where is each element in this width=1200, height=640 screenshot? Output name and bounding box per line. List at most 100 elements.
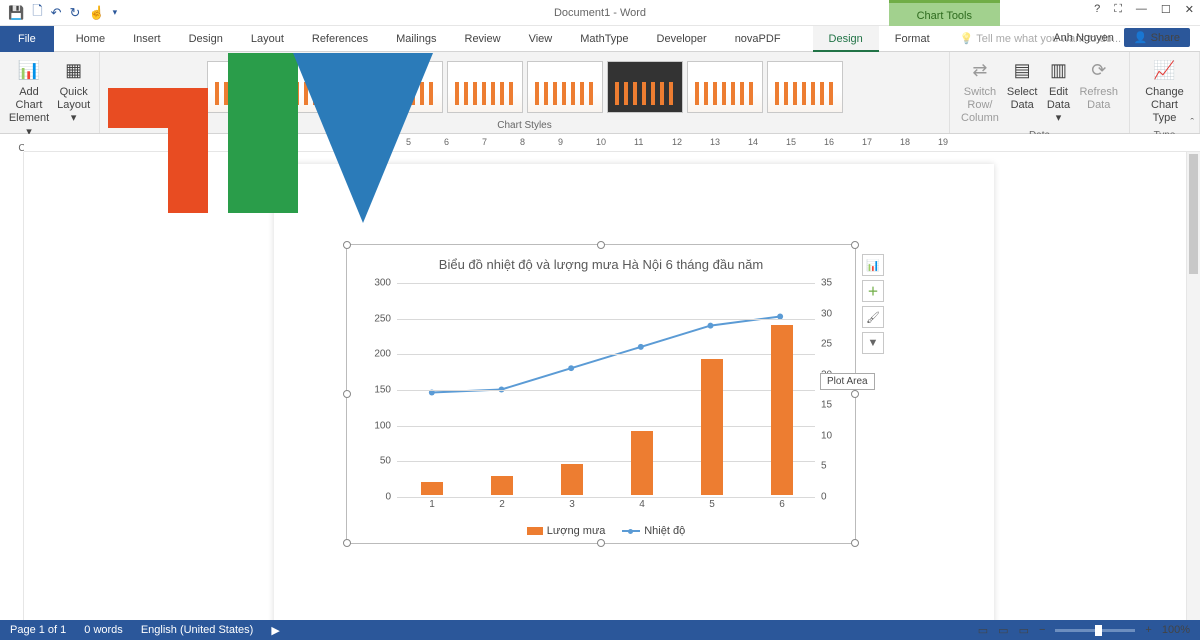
tab-developer[interactable]: Developer <box>643 26 721 52</box>
new-icon[interactable]: 🗋 <box>32 2 42 24</box>
document-title: Document1 - Word <box>554 7 646 19</box>
view-web-icon[interactable]: ▭ <box>1019 624 1029 637</box>
chart-style-thumb[interactable] <box>527 61 603 113</box>
save-icon[interactable]: 💾 <box>8 5 24 21</box>
resize-handle[interactable] <box>343 539 351 547</box>
y-axis-tick: 300 <box>374 278 397 289</box>
bar[interactable] <box>561 464 583 495</box>
add-chart-element-button[interactable]: 📊Add Chart Element ▾ <box>5 56 53 141</box>
chart-style-thumb[interactable] <box>367 61 443 113</box>
change-chart-type-button[interactable]: 📈Change Chart Type <box>1138 56 1191 128</box>
select-data-icon: ▤ <box>1009 58 1035 84</box>
chart-style-thumb[interactable] <box>207 61 283 113</box>
bar[interactable] <box>771 325 793 495</box>
chart-layout-options-icon[interactable]: 📊 <box>862 254 884 276</box>
tab-chart-design[interactable]: Design <box>813 26 879 52</box>
tab-mathtype[interactable]: MathType <box>566 26 642 52</box>
resize-handle[interactable] <box>597 539 605 547</box>
status-word-count[interactable]: 0 words <box>84 624 123 636</box>
chart-filter-icon[interactable]: ▼ <box>862 332 884 354</box>
x-axis-tick: 5 <box>709 495 715 510</box>
zoom-in-icon[interactable]: + <box>1145 624 1151 636</box>
chart-style-thumb[interactable] <box>767 61 843 113</box>
resize-handle[interactable] <box>597 241 605 249</box>
y-axis-tick: 100 <box>374 420 397 431</box>
status-language[interactable]: English (United States) <box>141 624 254 636</box>
tab-mailings[interactable]: Mailings <box>382 26 450 52</box>
help-icon[interactable]: ? <box>1094 3 1100 16</box>
macro-icon[interactable]: ▶ <box>271 624 279 637</box>
vertical-scrollbar[interactable] <box>1186 152 1200 620</box>
tab-view[interactable]: View <box>515 26 567 52</box>
close-icon[interactable]: ✕ <box>1185 3 1194 16</box>
minimize-icon[interactable]: — <box>1136 3 1147 16</box>
y2-axis-tick: 30 <box>815 308 832 319</box>
vertical-ruler[interactable] <box>0 152 24 620</box>
y2-axis-tick: 25 <box>815 339 832 350</box>
collapse-ribbon-icon[interactable]: ˆ <box>1190 117 1194 129</box>
view-print-icon[interactable]: ▭ <box>998 624 1008 637</box>
horizontal-ruler[interactable]: 12345678910111213141516171819 <box>24 134 1200 152</box>
select-data-button[interactable]: ▤Select Data <box>1003 56 1042 128</box>
bar[interactable] <box>421 482 443 495</box>
qat-dropdown-icon[interactable]: ▾ <box>113 7 118 18</box>
tab-home[interactable]: Home <box>62 26 119 52</box>
resize-handle[interactable] <box>343 390 351 398</box>
plot-area[interactable]: 05010015020025030005101520253035123456 <box>397 283 815 495</box>
chart-side-buttons: 📊 ＋ 🖌 ▼ <box>862 254 884 354</box>
tab-novapdf[interactable]: novaPDF <box>721 26 795 52</box>
bar[interactable] <box>631 431 653 495</box>
maximize-icon[interactable]: ☐ <box>1161 3 1171 16</box>
tab-insert[interactable]: Insert <box>119 26 175 52</box>
quick-layout-icon: ▦ <box>61 58 87 84</box>
tab-file[interactable]: File <box>0 26 54 52</box>
ribbon-tabs: File Home Insert Design Layout Reference… <box>0 26 1200 52</box>
touch-icon[interactable]: ☝ <box>88 5 104 21</box>
chart-object[interactable]: Biểu đồ nhiệt độ và lượng mưa Hà Nội 6 t… <box>346 244 856 544</box>
zoom-out-icon[interactable]: − <box>1039 624 1045 636</box>
chart-legend[interactable]: Lượng mưa Nhiệt độ <box>347 525 855 537</box>
resize-handle[interactable] <box>851 390 859 398</box>
chart-title[interactable]: Biểu đồ nhiệt độ và lượng mưa Hà Nội 6 t… <box>347 245 855 278</box>
tab-design[interactable]: Design <box>175 26 237 52</box>
legend-label: Nhiệt độ <box>644 525 685 537</box>
chart-style-thumb[interactable] <box>687 61 763 113</box>
ribbon-options-icon[interactable]: ⛶ <box>1114 3 1122 16</box>
y2-axis-tick: 15 <box>815 400 832 411</box>
redo-icon[interactable]: ↻ <box>70 5 81 21</box>
chart-style-thumb[interactable] <box>607 61 683 113</box>
edit-data-button[interactable]: ▥Edit Data ▾ <box>1041 56 1075 128</box>
quick-access-toolbar: 💾 🗋 ↶ ↻ ☝ ▾ <box>0 2 117 24</box>
view-read-icon[interactable]: ▭ <box>978 624 988 637</box>
chart-elements-plus-icon[interactable]: ＋ <box>862 280 884 302</box>
y2-axis-tick: 10 <box>815 430 832 441</box>
undo-icon[interactable]: ↶ <box>51 5 62 21</box>
legend-label: Lượng mưa <box>547 525 606 537</box>
chart-styles-gallery[interactable] <box>207 56 843 118</box>
tab-review[interactable]: Review <box>451 26 515 52</box>
chart-style-thumb[interactable] <box>287 61 363 113</box>
switch-row-column-button: ⇄Switch Row/ Column <box>957 56 1003 128</box>
y-axis-tick: 150 <box>374 385 397 396</box>
chart-style-thumb[interactable] <box>447 61 523 113</box>
tab-references[interactable]: References <box>298 26 382 52</box>
zoom-slider[interactable] <box>1055 629 1135 632</box>
document-area[interactable]: Biểu đồ nhiệt độ và lượng mưa Hà Nội 6 t… <box>24 152 1200 620</box>
tooltip-plot-area: Plot Area <box>820 373 875 390</box>
refresh-data-button: ⟳Refresh Data <box>1075 56 1122 128</box>
tab-layout[interactable]: Layout <box>237 26 298 52</box>
status-page[interactable]: Page 1 of 1 <box>10 624 66 636</box>
zoom-level[interactable]: 100% <box>1162 624 1190 636</box>
resize-handle[interactable] <box>851 241 859 249</box>
share-button[interactable]: 👤 Share <box>1124 28 1190 47</box>
bar[interactable] <box>491 476 513 495</box>
resize-handle[interactable] <box>343 241 351 249</box>
resize-handle[interactable] <box>851 539 859 547</box>
x-axis-tick: 3 <box>569 495 575 510</box>
chart-styles-brush-icon[interactable]: 🖌 <box>862 306 884 328</box>
bar[interactable] <box>701 359 723 495</box>
tab-chart-format[interactable]: Format <box>879 26 946 52</box>
quick-layout-button[interactable]: ▦Quick Layout ▾ <box>53 56 94 141</box>
user-name[interactable]: Anh Nguyen <box>1053 32 1114 44</box>
window-controls: ? ⛶ — ☐ ✕ <box>1094 3 1194 16</box>
